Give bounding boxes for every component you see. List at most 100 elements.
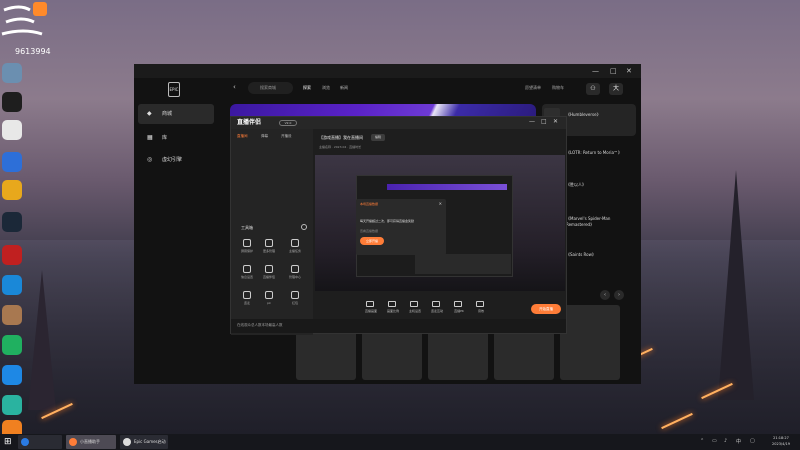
stats-bar: 在线观众总人数本场最高人数 — [231, 319, 566, 333]
tool-label: 屏幕保护 — [240, 249, 253, 253]
taskbar-item-label: Epic Games启动 — [134, 439, 166, 444]
desktop-app-icon[interactable] — [2, 180, 22, 200]
control-button[interactable]: 直播PK — [449, 301, 469, 315]
version-tag: V2.0 — [279, 120, 297, 126]
start-live-button[interactable]: 开始直播 — [531, 304, 561, 314]
carousel-prev-icon[interactable]: ‹ — [600, 290, 610, 300]
wallpaper-spire-right — [718, 170, 754, 400]
tool-item[interactable]: pk — [261, 291, 277, 309]
taskbar-item-epic[interactable]: Epic Games启动 — [120, 435, 168, 449]
close-icon[interactable]: ✕ — [553, 118, 558, 125]
minimize-icon[interactable]: — — [592, 67, 599, 75]
control-button[interactable]: 连麦互动 — [427, 301, 447, 315]
tool-icon — [291, 265, 299, 273]
desktop-app-icon[interactable] — [2, 120, 22, 140]
epic-logo[interactable]: EPIC — [168, 82, 180, 97]
maximize-icon[interactable]: □ — [541, 118, 547, 125]
taskbar-item-stream-helper[interactable]: 小直播助手 — [66, 435, 116, 449]
control-button[interactable]: 直播画面 — [361, 301, 381, 315]
close-icon[interactable]: ✕ — [626, 67, 632, 75]
tool-item[interactable]: 屏幕保护 — [239, 239, 255, 257]
tab-live-room[interactable]: 直播间 — [237, 134, 248, 139]
tool-label: 主播任务 — [288, 249, 301, 253]
tool-icon — [243, 265, 251, 273]
system-clock[interactable]: 21:18:27 2023/4/19 — [764, 435, 798, 447]
app-logo: 直播伴侣 — [237, 119, 262, 126]
control-button[interactable]: 主机设置 — [405, 301, 425, 315]
maximize-icon[interactable]: □ — [610, 67, 617, 75]
stream-meta: 主播名称 · 2023.04 · 直播时长 — [319, 145, 362, 149]
desktop-app-icon[interactable] — [2, 92, 22, 112]
dialog-link[interactable]: 查看直播数据 — [360, 229, 378, 233]
desktop-app-icon[interactable] — [2, 212, 22, 232]
desktop-app-icon[interactable] — [2, 305, 22, 325]
dialog-confirm-button[interactable]: 立即开播 — [360, 237, 384, 245]
tool-item[interactable]: 红包 — [287, 291, 303, 309]
control-label: 音效 — [477, 309, 484, 313]
game-tile[interactable] — [560, 305, 620, 380]
epic-icon — [123, 438, 131, 446]
minimize-icon[interactable]: — — [529, 118, 535, 125]
edit-badge[interactable]: 编辑 — [371, 134, 385, 141]
nav-news[interactable]: 新闻 — [340, 85, 348, 91]
tool-icon — [265, 239, 273, 247]
taskbar-item-browser[interactable] — [18, 435, 62, 449]
sidebar-item-store[interactable]: ◆ 商城 — [138, 104, 214, 124]
tool-item[interactable]: 信息设置 — [239, 265, 255, 283]
sidebar-item-library[interactable]: ▦ 库 — [138, 128, 214, 148]
tool-icon — [291, 291, 299, 299]
volume-icon[interactable]: ♪ — [724, 438, 727, 444]
control-icon — [366, 301, 374, 307]
back-arrow-icon[interactable]: ‹ — [233, 83, 236, 91]
tool-item[interactable]: 管理中心 — [287, 265, 303, 283]
control-icon — [410, 301, 418, 307]
desktop-app-icon[interactable] — [2, 395, 22, 415]
game-name: 《LOTR: Return to Moria™》 — [566, 150, 622, 155]
game-name: 《Saints Row》 — [566, 252, 596, 257]
control-icon — [432, 301, 440, 307]
game-name: 《胜以人》 — [566, 182, 586, 187]
tool-item[interactable]: 更多管理 — [261, 239, 277, 257]
sidebar-item-unreal[interactable]: ◎ 虚幻引擎 — [138, 150, 214, 170]
desktop-app-icon[interactable] — [2, 365, 22, 385]
nav-explore[interactable]: 探索 — [303, 85, 311, 91]
cart-link[interactable]: 购物车 — [552, 85, 564, 91]
carousel-next-icon[interactable]: › — [614, 290, 624, 300]
settings-icon[interactable] — [301, 224, 307, 230]
game-name: 《Marvel's Spider-Man Remastered》 — [566, 216, 611, 227]
title-bar[interactable]: 直播伴侣 V2.0 ✕ □ — — [231, 117, 566, 129]
clock-date: 2023/4/19 — [772, 442, 790, 446]
control-icon — [388, 301, 396, 307]
network-icon[interactable]: ▭ — [712, 438, 717, 444]
wishlist-link[interactable]: 愿望清单 — [525, 85, 541, 91]
browser-icon — [21, 438, 29, 446]
tab-danmaku[interactable]: 弹幕 — [261, 134, 268, 139]
control-button[interactable]: 音效 — [471, 301, 491, 315]
desktop-app-icon[interactable] — [2, 245, 22, 265]
close-icon[interactable]: ✕ — [439, 201, 442, 206]
tool-item[interactable]: 直播伴侣 — [261, 265, 277, 283]
search-input[interactable]: 搜索商城 — [248, 82, 293, 94]
tool-item[interactable]: 连麦 — [239, 291, 255, 309]
sidebar-item-label: 商城 — [162, 111, 173, 117]
desktop-app-icon[interactable] — [2, 63, 22, 83]
nested-tiles — [415, 254, 511, 274]
title-bar[interactable]: — □ ✕ — [134, 64, 641, 78]
desktop-app-icon[interactable] — [2, 275, 22, 295]
nav-browse[interactable]: 浏览 — [322, 85, 330, 91]
control-button[interactable]: 画面比例 — [383, 301, 403, 315]
streamer-id: 9613994 — [15, 47, 51, 56]
notification-icon[interactable]: ▢ — [750, 438, 755, 444]
live-data-dialog: 本场直播数据 ✕ 每天开播超过二次，即可获得直播金奖励 查看直播数据 立即开播 — [356, 199, 446, 255]
ime-icon[interactable]: 中 — [736, 438, 741, 445]
desktop-app-icon[interactable] — [2, 152, 22, 172]
windows-start-icon[interactable]: ⊞ — [4, 437, 14, 447]
tool-item[interactable]: 主播任务 — [287, 239, 303, 257]
desktop-app-icon[interactable] — [2, 335, 22, 355]
chevron-up-icon[interactable]: ⌃ — [700, 438, 704, 444]
user-avatar[interactable]: 大 — [609, 83, 623, 95]
friends-icon[interactable]: ⚇ — [586, 83, 600, 95]
tool-label: 管理中心 — [288, 275, 301, 279]
game-name: 《Humbleverse》 — [566, 112, 601, 117]
tab-settings[interactable]: 开播设 — [281, 134, 292, 139]
